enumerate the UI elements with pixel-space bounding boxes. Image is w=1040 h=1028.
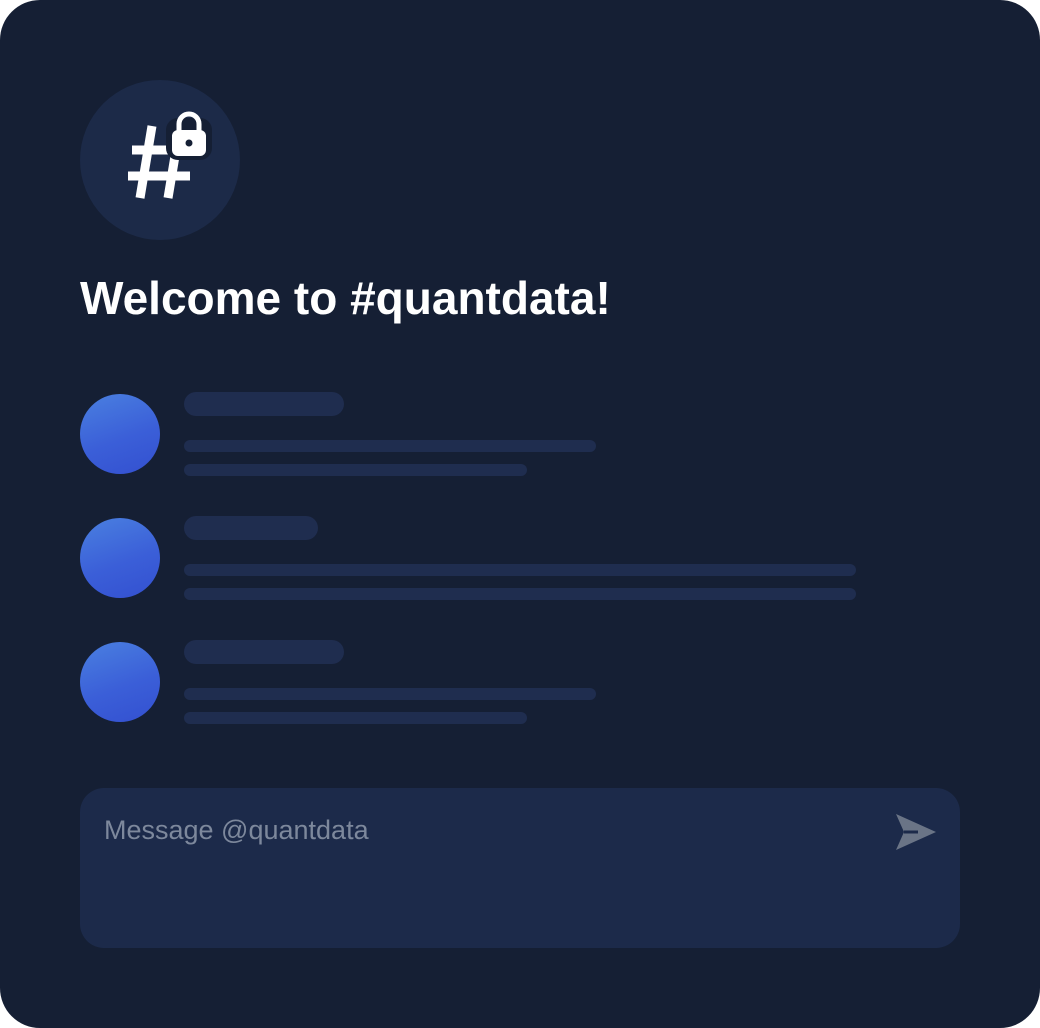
message-input[interactable] — [104, 810, 884, 850]
send-icon[interactable] — [892, 810, 940, 854]
avatar — [80, 394, 160, 474]
message-composer — [80, 788, 960, 948]
message-placeholder — [80, 392, 880, 482]
skeleton-author-name — [184, 392, 344, 416]
skeleton-text-line — [184, 588, 856, 600]
skeleton-text-line — [184, 688, 596, 700]
message-placeholder — [80, 516, 880, 606]
skeleton-text-line — [184, 440, 596, 452]
skeleton-author-name — [184, 516, 318, 540]
avatar — [80, 642, 160, 722]
channel-welcome-title: Welcome to #quantdata! — [80, 272, 611, 324]
lock-icon — [166, 111, 212, 160]
skeleton-text-line — [184, 712, 527, 724]
message-placeholder — [80, 640, 880, 730]
avatar — [80, 518, 160, 598]
skeleton-text-line — [184, 564, 856, 576]
channel-welcome-panel: Welcome to #quantdata! — [0, 0, 1040, 1028]
skeleton-text-line — [184, 464, 527, 476]
skeleton-author-name — [184, 640, 344, 664]
